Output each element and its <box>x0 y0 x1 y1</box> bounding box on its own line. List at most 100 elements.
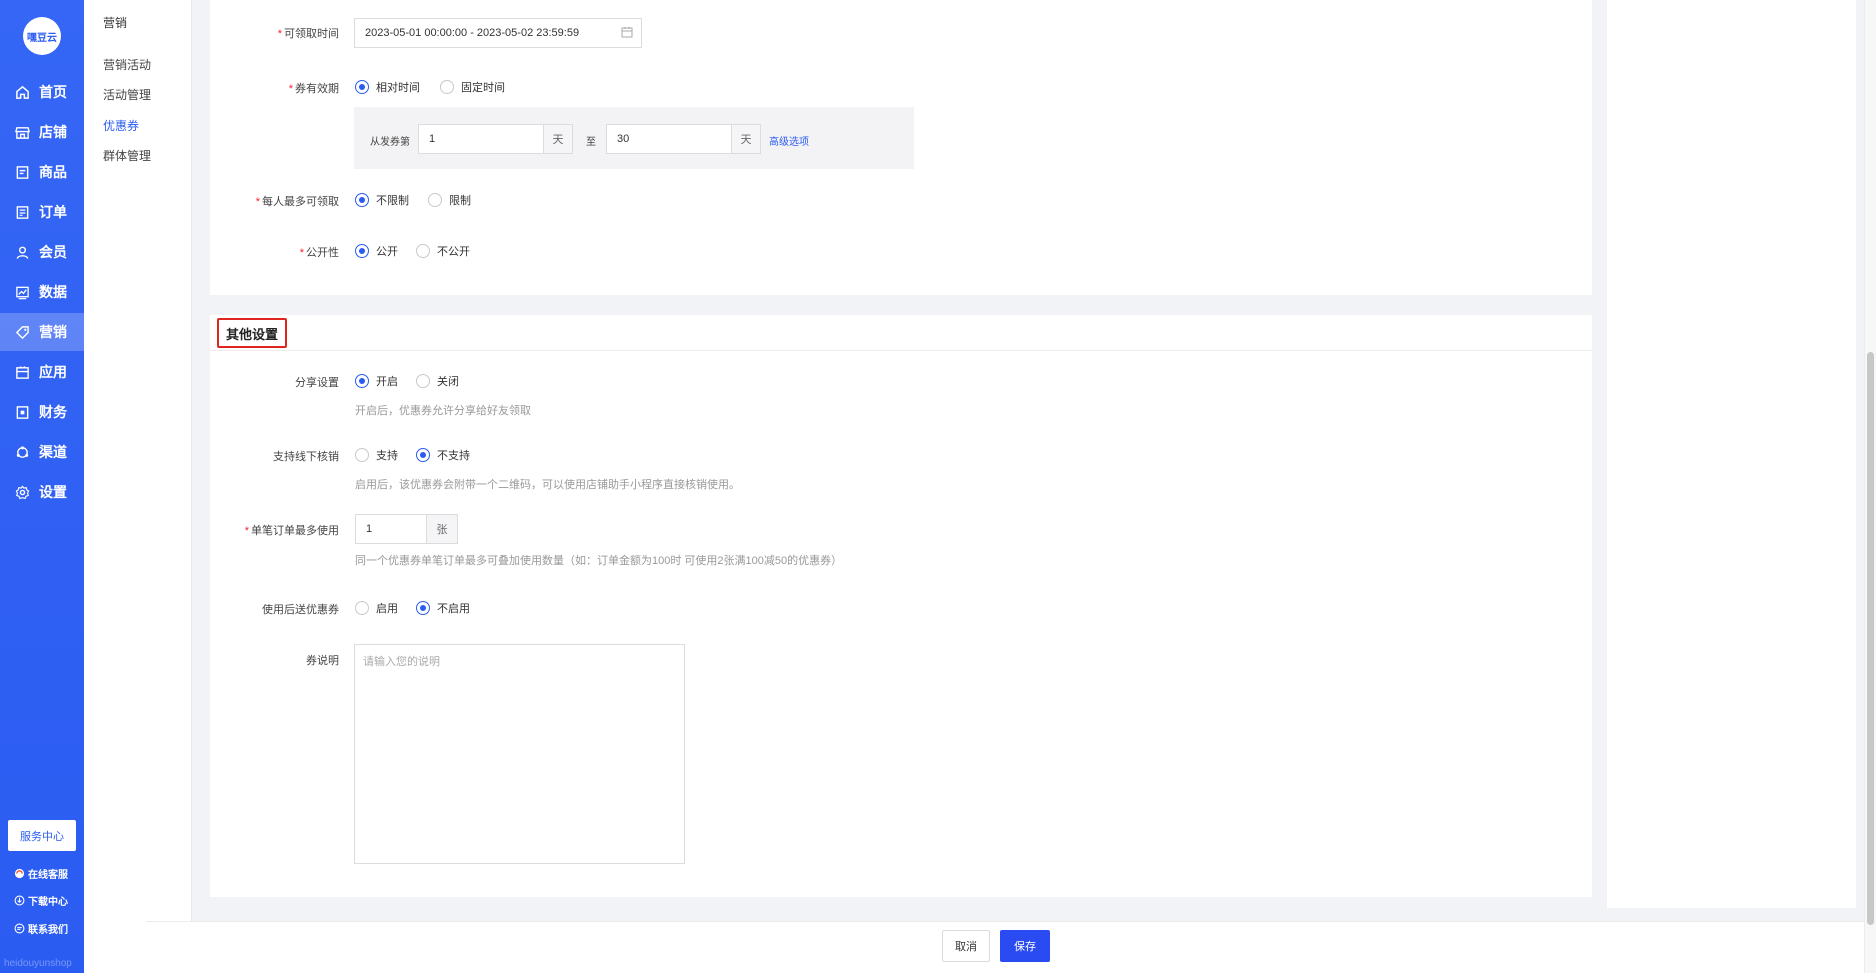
radio-dot <box>416 244 430 258</box>
radio-label: 关闭 <box>437 376 459 388</box>
radio-dot <box>355 244 369 258</box>
nav-label: 首页 <box>39 84 67 100</box>
description-textarea[interactable]: 请输入您的说明 <box>354 644 685 864</box>
radio-dot <box>355 80 369 94</box>
offline-verify-label: 支持线下核销 <box>273 451 339 463</box>
nav-item-settings[interactable]: 设置 <box>0 473 84 511</box>
chart-icon <box>14 284 30 300</box>
scrollbar-thumb[interactable] <box>1867 352 1874 925</box>
radio-label: 相对时间 <box>376 82 420 94</box>
radio-label: 支持 <box>376 450 398 462</box>
validity-relative-radio[interactable]: 相对时间 <box>355 79 420 95</box>
save-button[interactable]: 保存 <box>1000 930 1050 962</box>
radio-label: 不支持 <box>437 450 470 462</box>
nav-label: 财务 <box>39 404 67 420</box>
nav-item-store[interactable]: 店铺 <box>0 113 84 151</box>
subnav-item-marketing-activity[interactable]: 营销活动 <box>103 56 151 73</box>
radio-dot <box>416 374 430 388</box>
share-off-radio[interactable]: 关闭 <box>416 373 459 389</box>
validity-label: * 券有效期 <box>288 83 339 95</box>
claim-time-value: 2023-05-01 00:00:00 - 2023-05-02 23:59:5… <box>365 27 580 39</box>
other-settings-title: 其他设置 <box>217 318 287 348</box>
nav-item-marketing[interactable]: 营销 <box>0 313 84 351</box>
contact-us-link[interactable]: 联系我们 <box>14 921 68 936</box>
max-per-order-hint: 同一个优惠券单笔订单最多可叠加使用数量（如：订单金额为100时 可使用2张满10… <box>355 555 843 567</box>
publicity-private-radio[interactable]: 不公开 <box>416 243 470 259</box>
nav-item-goods[interactable]: 商品 <box>0 153 84 191</box>
nav-label: 会员 <box>39 244 67 260</box>
nav-label: 应用 <box>39 364 67 380</box>
radio-label: 不公开 <box>437 246 470 258</box>
max-per-order-input[interactable]: 1 <box>355 514 427 544</box>
home-icon <box>14 84 30 100</box>
nav-item-finance[interactable]: 财务 <box>0 393 84 431</box>
page-scrollbar[interactable] <box>1864 0 1876 973</box>
goods-icon <box>14 164 30 180</box>
send-after-use-disable-radio[interactable]: 不启用 <box>416 600 470 616</box>
nav-label: 设置 <box>39 484 67 500</box>
nav-item-order[interactable]: 订单 <box>0 193 84 231</box>
radio-label: 固定时间 <box>461 82 505 94</box>
send-after-use-label: 使用后送优惠券 <box>262 604 339 616</box>
download-center-link[interactable]: 下载中心 <box>14 893 68 908</box>
subnav-item-activity-management[interactable]: 活动管理 <box>103 86 151 103</box>
subnav-item-group-management[interactable]: 群体管理 <box>103 147 151 164</box>
publicity-public-radio[interactable]: 公开 <box>355 243 398 259</box>
nav-label: 渠道 <box>39 444 67 460</box>
send-after-use-enable-radio[interactable]: 启用 <box>355 600 398 616</box>
max-per-order-value: 1 <box>366 523 373 535</box>
cancel-button[interactable]: 取消 <box>942 930 990 962</box>
online-support-link[interactable]: 在线客服 <box>14 866 68 881</box>
channel-icon <box>14 444 30 460</box>
max-per-order-unit: 张 <box>426 514 458 544</box>
gear-icon <box>14 484 30 500</box>
brand-logo[interactable]: 嘿豆云 <box>23 17 61 55</box>
nav-label: 店铺 <box>39 124 67 140</box>
download-icon <box>14 895 26 907</box>
right-side-panel <box>1607 0 1856 908</box>
subnav-item-coupons[interactable]: 优惠券 <box>103 117 139 134</box>
order-icon <box>14 204 30 220</box>
nav-item-channel[interactable]: 渠道 <box>0 433 84 471</box>
footer-watermark: heidouyunshop <box>4 958 72 969</box>
description-label: 券说明 <box>306 655 339 667</box>
claim-time-label: * 可领取时间 <box>277 28 339 40</box>
advanced-options-link[interactable]: 高级选项 <box>769 133 809 148</box>
share-setting-label: 分享设置 <box>295 377 339 389</box>
nav-item-member[interactable]: 会员 <box>0 233 84 271</box>
service-center-button[interactable]: 服务中心 <box>8 820 76 851</box>
subnav-title: 营销 <box>103 16 128 30</box>
per-person-limited-radio[interactable]: 限制 <box>428 192 471 208</box>
contact-us-label: 联系我们 <box>28 925 68 936</box>
nav-item-home[interactable]: 首页 <box>0 73 84 111</box>
radio-dot <box>440 80 454 94</box>
offline-not-support-radio[interactable]: 不支持 <box>416 447 470 463</box>
from-day-label: 从发券第 <box>370 137 410 148</box>
section-divider <box>210 350 1592 351</box>
per-person-unlimited-radio[interactable]: 不限制 <box>355 192 409 208</box>
from-day-input[interactable]: 1 <box>418 124 544 154</box>
to-day-input[interactable]: 30 <box>606 124 732 154</box>
app-icon <box>14 364 30 380</box>
offline-support-radio[interactable]: 支持 <box>355 447 398 463</box>
nav-item-apps[interactable]: 应用 <box>0 353 84 391</box>
radio-dot <box>355 374 369 388</box>
to-day-unit: 天 <box>731 124 761 154</box>
sub-sidebar: 营销 营销活动 活动管理 优惠券 群体管理 <box>84 0 192 973</box>
nav-item-data[interactable]: 数据 <box>0 273 84 311</box>
per-person-limit-label: * 每人最多可领取 <box>255 196 339 208</box>
nav-label: 营销 <box>39 324 67 340</box>
radio-label: 公开 <box>376 246 398 258</box>
share-on-radio[interactable]: 开启 <box>355 373 398 389</box>
finance-icon <box>14 404 30 420</box>
radio-dot <box>355 448 369 462</box>
radio-dot <box>355 193 369 207</box>
radio-dot <box>355 601 369 615</box>
radio-label: 限制 <box>449 195 471 207</box>
user-icon <box>14 244 30 260</box>
claim-time-range-picker[interactable]: 2023-05-01 00:00:00 - 2023-05-02 23:59:5… <box>354 18 642 48</box>
max-per-order-label: * 单笔订单最多使用 <box>244 525 339 537</box>
nav-label: 商品 <box>39 164 67 180</box>
radio-dot <box>416 448 430 462</box>
validity-fixed-radio[interactable]: 固定时间 <box>440 79 505 95</box>
